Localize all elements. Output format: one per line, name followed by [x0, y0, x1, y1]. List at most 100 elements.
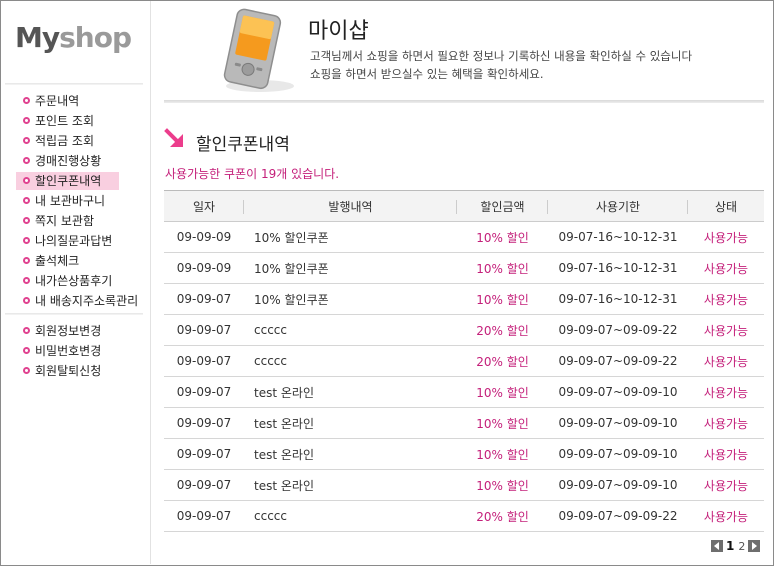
coupon-count-message: 사용가능한 쿠폰이 19개 있습니다.	[165, 167, 340, 181]
cell-status[interactable]: 사용가능	[688, 345, 764, 377]
table-row: 09-09-07 test 온라인 10% 할인 09-09-07~09-09-10 사…	[164, 376, 764, 408]
cell-discount: 20% 할인	[457, 345, 548, 377]
sidebar-item[interactable]: 내 보관바구니	[1, 191, 151, 211]
section-title: 할인쿠폰내역	[196, 135, 290, 155]
cell-date: 09-09-07	[164, 407, 244, 439]
sidebar-item[interactable]: 내 배송지주소록관리	[1, 291, 151, 311]
cell-discount: 20% 할인	[457, 500, 548, 532]
cell-status[interactable]: 사용가능	[688, 221, 764, 253]
cell-issue: test 온라인	[244, 407, 457, 439]
cell-status[interactable]: 사용가능	[688, 500, 764, 532]
cell-issue: ccccc	[244, 345, 457, 377]
cell-status[interactable]: 사용가능	[688, 469, 764, 501]
cell-period: 09-07-16~10-12-31	[548, 283, 688, 315]
cell-status[interactable]: 사용가능	[688, 438, 764, 470]
prev-page-icon[interactable]	[711, 540, 723, 552]
cell-period: 09-07-16~10-12-31	[548, 221, 688, 253]
cell-issue: test 온라인	[244, 469, 457, 501]
cell-date: 09-09-07	[164, 283, 244, 315]
sidebar-menu-account: 회원정보변경비밀번호변경회원탈퇴신청	[1, 321, 151, 381]
sidebar-item-label: 내가쓴상품후기	[35, 274, 113, 288]
sidebar-item[interactable]: 출석체크	[1, 251, 151, 271]
cell-discount: 10% 할인	[457, 469, 548, 501]
sidebar-item[interactable]: 주문내역	[1, 91, 151, 111]
sidebar-item-label: 나의질문과답변	[35, 234, 113, 248]
sidebar-item-label: 회원탈퇴신청	[35, 364, 102, 378]
sidebar-item-label: 쪽지 보관함	[35, 214, 95, 228]
ring-bullet-icon	[23, 257, 30, 264]
cell-date: 09-09-09	[164, 252, 244, 284]
cell-date: 09-09-07	[164, 500, 244, 532]
sidebar-item[interactable]: 할인쿠폰내역	[1, 171, 151, 191]
ring-bullet-icon	[23, 237, 30, 244]
pda-device-icon	[223, 8, 294, 92]
column-header-discount: 할인금액	[457, 190, 548, 222]
cell-issue: 10% 할인쿠폰	[244, 252, 457, 284]
cell-status[interactable]: 사용가능	[688, 252, 764, 284]
column-header-status: 상태	[688, 190, 764, 222]
sidebar-item[interactable]: 비밀번호변경	[1, 341, 151, 361]
cell-status[interactable]: 사용가능	[688, 314, 764, 346]
cell-date: 09-09-07	[164, 345, 244, 377]
cell-period: 09-09-07~09-09-10	[548, 376, 688, 408]
sidebar-item-label: 포인트 조회	[35, 114, 95, 128]
sidebar-menu-main: 주문내역포인트 조회적립금 조회경매진행상황할인쿠폰내역내 보관바구니쪽지 보관…	[1, 91, 151, 311]
sidebar-item-label: 적립금 조회	[35, 134, 95, 148]
cell-period: 09-09-07~09-09-22	[548, 314, 688, 346]
description-line-2: 쇼핑을 하면서 받으실수 있는 혜택을 확인하세요.	[310, 67, 544, 81]
sidebar-item[interactable]: 쪽지 보관함	[1, 211, 151, 231]
sidebar-item-label: 경매진행상황	[35, 154, 102, 168]
cell-issue: test 온라인	[244, 376, 457, 408]
sidebar-item[interactable]: 나의질문과답변	[1, 231, 151, 251]
sidebar: Myshop 주문내역포인트 조회적립금 조회경매진행상황할인쿠폰내역내 보관바…	[1, 1, 151, 564]
table-row: 09-09-09 10% 할인쿠폰 10% 할인 09-07-16~10-12-31 사…	[164, 252, 764, 284]
sidebar-item-label: 내 보관바구니	[35, 194, 106, 208]
sidebar-item[interactable]: 포인트 조회	[1, 111, 151, 131]
cell-date: 09-09-09	[164, 221, 244, 253]
logo-my: My	[15, 21, 60, 54]
sidebar-item-label: 비밀번호변경	[35, 344, 102, 358]
cell-date: 09-09-07	[164, 314, 244, 346]
cell-period: 09-09-07~09-09-22	[548, 345, 688, 377]
sidebar-item[interactable]: 경매진행상황	[1, 151, 151, 171]
cell-period: 09-07-16~10-12-31	[548, 252, 688, 284]
page-description: 고객님께서 쇼핑을 하면서 필요한 정보나 기록하신 내용을 확인하실 수 있습…	[310, 47, 692, 83]
cell-issue: 10% 할인쿠폰	[244, 283, 457, 315]
cell-status[interactable]: 사용가능	[688, 283, 764, 315]
page-link[interactable]: 2	[738, 540, 745, 553]
table-row: 09-09-07 10% 할인쿠폰 10% 할인 09-07-16~10-12-31 사…	[164, 283, 764, 315]
ring-bullet-icon	[23, 297, 30, 304]
cell-discount: 10% 할인	[457, 438, 548, 470]
brand-logo[interactable]: Myshop	[15, 21, 132, 54]
sidebar-item-label: 내 배송지주소록관리	[35, 294, 139, 308]
sidebar-item[interactable]: 적립금 조회	[1, 131, 151, 151]
sidebar-item[interactable]: 내가쓴상품후기	[1, 271, 151, 291]
cell-period: 09-09-07~09-09-22	[548, 500, 688, 532]
cell-date: 09-09-07	[164, 438, 244, 470]
page-link[interactable]: 1	[726, 539, 734, 553]
arrow-down-right-icon	[164, 128, 183, 147]
ring-bullet-icon	[23, 117, 30, 124]
cell-date: 09-09-07	[164, 469, 244, 501]
sidebar-item-label: 출석체크	[35, 254, 80, 268]
column-header-date: 일자	[164, 190, 244, 222]
table-row: 09-09-07 test 온라인 10% 할인 09-09-07~09-09-10 사…	[164, 469, 764, 501]
ring-bullet-icon	[23, 197, 30, 204]
sidebar-item[interactable]: 회원탈퇴신청	[1, 361, 151, 381]
ring-bullet-icon	[23, 217, 30, 224]
sidebar-item[interactable]: 회원정보변경	[1, 321, 151, 341]
next-page-icon[interactable]	[748, 540, 761, 552]
table-row: 09-09-07 test 온라인 10% 할인 09-09-07~09-09-10 사…	[164, 407, 764, 439]
cell-status[interactable]: 사용가능	[688, 376, 764, 408]
header-divider	[164, 100, 764, 103]
cell-discount: 10% 할인	[457, 221, 548, 253]
table-header-row: 일자 발행내역 할인금액 사용기한 상태	[164, 190, 764, 222]
ring-bullet-icon	[23, 137, 30, 144]
pagination: 12	[711, 538, 761, 554]
cell-issue: 10% 할인쿠폰	[244, 221, 457, 253]
cell-date: 09-09-07	[164, 376, 244, 408]
ring-bullet-icon	[23, 347, 30, 354]
cell-status[interactable]: 사용가능	[688, 407, 764, 439]
cell-issue: ccccc	[244, 500, 457, 532]
description-line-1: 고객님께서 쇼핑을 하면서 필요한 정보나 기록하신 내용을 확인하실 수 있습…	[310, 49, 693, 63]
